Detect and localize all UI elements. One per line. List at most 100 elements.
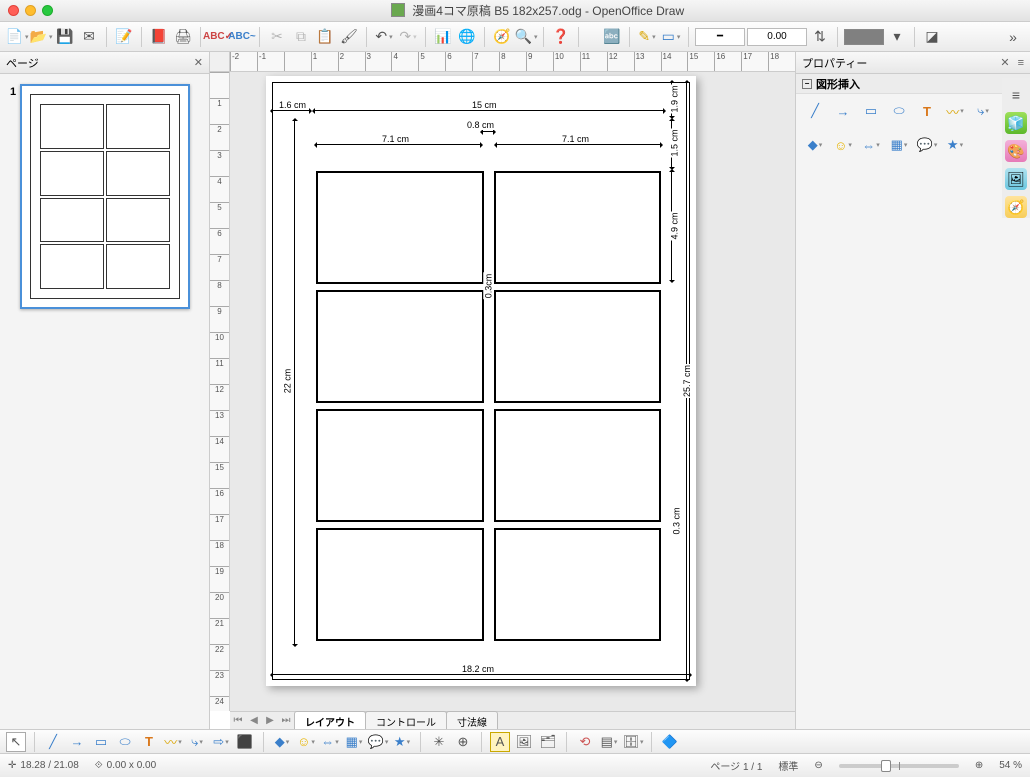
drawing-toolbar: ↖ ╱ → ▭ ⬭ T 〰 ⤷ ⇨ ⬛ ◆ ☺ ⇔ ▦ 💬 ★ ✳ ⊕ A 🖼 … xyxy=(0,729,1030,753)
tab-control[interactable]: コントロール xyxy=(365,711,447,730)
curve-tool-b[interactable]: 〰 xyxy=(163,732,183,752)
shadow-button[interactable]: ◪ xyxy=(921,26,943,48)
edit-points-b[interactable]: ✳ xyxy=(429,732,449,752)
extrusion-b[interactable]: 🔷 xyxy=(660,732,680,752)
sidebar-settings-menu[interactable]: ≡ xyxy=(1005,84,1027,106)
close-window[interactable] xyxy=(8,5,19,16)
tab-first[interactable]: ⏮ xyxy=(230,715,246,726)
page-1[interactable]: 1.6 cm 15 cm 7.1 cm 0.8 cm 7.1 cm 18.2 c xyxy=(266,76,696,686)
flowchart-tool[interactable]: ▦ xyxy=(888,134,910,156)
rotate-b[interactable]: ⟲ xyxy=(575,732,595,752)
connector-tool-b[interactable]: ⤷ xyxy=(187,732,207,752)
shape-insert-row1: ╱ → ▭ ⬭ T 〰 ⤷ ⇨ xyxy=(796,94,1030,128)
select-tool[interactable]: ↖ xyxy=(6,732,26,752)
fontwork-b[interactable]: A xyxy=(490,732,510,752)
block-arrows-tool[interactable]: ⇔ xyxy=(860,134,882,156)
save-button[interactable]: 💾 xyxy=(54,26,76,48)
properties-panel-close[interactable]: ✕ xyxy=(1000,56,1009,69)
star-b[interactable]: ★ xyxy=(392,732,412,752)
line-color-dropdown[interactable]: ▾ xyxy=(886,26,908,48)
edit-doc-button[interactable]: 📝 xyxy=(113,26,135,48)
email-button[interactable]: ✉ xyxy=(78,26,100,48)
pages-panel-close[interactable]: ✕ xyxy=(194,56,203,69)
sidebar-gallery-icon[interactable]: 🖼 xyxy=(1005,168,1027,190)
arrange-button[interactable]: ▭ xyxy=(660,26,682,48)
page-thumbnail-1[interactable]: 1 xyxy=(10,84,199,309)
connector-tool[interactable]: ⤷ xyxy=(972,100,994,122)
rect-tool-b[interactable]: ▭ xyxy=(91,732,111,752)
zoom-in[interactable]: ⊕ xyxy=(975,760,983,771)
section-shape-insert[interactable]: −図形挿入 xyxy=(796,74,1030,94)
tab-prev[interactable]: ◀ xyxy=(246,715,262,726)
minimize-window[interactable] xyxy=(25,5,36,16)
flowchart-b[interactable]: ▦ xyxy=(344,732,364,752)
line-color-select[interactable] xyxy=(844,29,884,45)
zoom-out[interactable]: ⊖ xyxy=(814,760,822,771)
callout-b[interactable]: 💬 xyxy=(368,732,388,752)
sidebar-navigator-icon[interactable]: 🧭 xyxy=(1005,196,1027,218)
3d-tool-b[interactable]: ⬛ xyxy=(235,732,255,752)
zoom-slider[interactable] xyxy=(839,764,959,768)
print-button[interactable]: 🖨 xyxy=(172,26,194,48)
open-button[interactable]: 📂 xyxy=(30,26,52,48)
tab-next[interactable]: ▶ xyxy=(262,715,278,726)
auto-spellcheck-button[interactable]: ABC~ xyxy=(231,26,253,48)
ellipse-tool-b[interactable]: ⬭ xyxy=(115,732,135,752)
new-doc-button[interactable]: 📄 xyxy=(6,26,28,48)
format-paintbrush-button[interactable]: 🖌 xyxy=(338,26,360,48)
curve-tool[interactable]: 〰 xyxy=(944,100,966,122)
properties-panel-menu[interactable]: ≡ xyxy=(1018,57,1024,69)
size-icon: ⟐ xyxy=(95,760,103,771)
toolbar-overflow[interactable]: » xyxy=(1002,26,1024,48)
glue-points-b[interactable]: ⊕ xyxy=(453,732,473,752)
text-tool[interactable]: T xyxy=(916,100,938,122)
cut-button[interactable]: ✂ xyxy=(266,26,288,48)
tab-dimensions[interactable]: 寸法線 xyxy=(446,711,498,730)
from-file-b[interactable]: 🖼 xyxy=(514,732,534,752)
line-width-input[interactable] xyxy=(747,28,807,46)
copy-button[interactable]: ⧉ xyxy=(290,26,312,48)
layer-tabs: ⏮ ◀ ▶ ⏭ レイアウト コントロール 寸法線 xyxy=(230,711,795,729)
tab-layout[interactable]: レイアウト xyxy=(294,711,366,730)
redo-button[interactable]: ↷ xyxy=(397,26,419,48)
basic-shapes-tool[interactable]: ◆ xyxy=(804,134,826,156)
line-tool-b[interactable]: ╱ xyxy=(43,732,63,752)
glue-points-button[interactable]: ✎ xyxy=(636,26,658,48)
symbol-shapes-b[interactable]: ☺ xyxy=(296,732,316,752)
status-bar: ✛ 18.28 / 21.08 ⟐ 0.00 x 0.00 ページ 1 / 1 … xyxy=(0,753,1030,777)
symbol-shapes-tool[interactable]: ☺ xyxy=(832,134,854,156)
ellipse-tool[interactable]: ⬭ xyxy=(888,100,910,122)
sidebar-properties-icon[interactable]: 🧊 xyxy=(1005,112,1027,134)
undo-button[interactable]: ↶ xyxy=(373,26,395,48)
arrange-b[interactable]: 🗄 xyxy=(623,732,643,752)
hyperlink-button[interactable]: 🌐 xyxy=(456,26,478,48)
basic-shapes-b[interactable]: ◆ xyxy=(272,732,292,752)
callout-tool[interactable]: 💬 xyxy=(916,134,938,156)
fontwork-button[interactable]: 🔤 xyxy=(601,26,623,48)
spellcheck-button[interactable]: ABC✓ xyxy=(207,26,229,48)
arrow-tool-b[interactable]: → xyxy=(67,732,87,752)
line-width-stepper[interactable]: ⇅ xyxy=(809,26,831,48)
main-area: ページ ✕ 1 -2-112345678910111213141516 xyxy=(0,52,1030,729)
text-tool-b[interactable]: T xyxy=(139,732,159,752)
arrows-tool-b[interactable]: ⇨ xyxy=(211,732,231,752)
paste-button[interactable]: 📋 xyxy=(314,26,336,48)
line-tool[interactable]: ╱ xyxy=(804,100,826,122)
navigator-button[interactable]: 🧭 xyxy=(491,26,513,48)
chart-button[interactable]: 📊 xyxy=(432,26,454,48)
align-b[interactable]: ▤ xyxy=(599,732,619,752)
rect-tool[interactable]: ▭ xyxy=(860,100,882,122)
block-arrows-b[interactable]: ⇔ xyxy=(320,732,340,752)
help-button[interactable]: ❓ xyxy=(550,26,572,48)
sidebar-styles-icon[interactable]: 🎨 xyxy=(1005,140,1027,162)
tab-last[interactable]: ⏭ xyxy=(278,715,294,726)
line-style-select[interactable] xyxy=(695,28,745,46)
zoom-button[interactable]: 🔍 xyxy=(515,26,537,48)
arrow-tool[interactable]: → xyxy=(832,100,854,122)
gallery-b[interactable]: 🗂 xyxy=(538,732,558,752)
export-pdf-button[interactable]: 📕 xyxy=(148,26,170,48)
zoom-window[interactable] xyxy=(42,5,53,16)
zoom-percent[interactable]: 54 % xyxy=(999,760,1022,771)
canvas-viewport[interactable]: 1.6 cm 15 cm 7.1 cm 0.8 cm 7.1 cm 18.2 c xyxy=(230,72,795,711)
star-tool[interactable]: ★ xyxy=(944,134,966,156)
